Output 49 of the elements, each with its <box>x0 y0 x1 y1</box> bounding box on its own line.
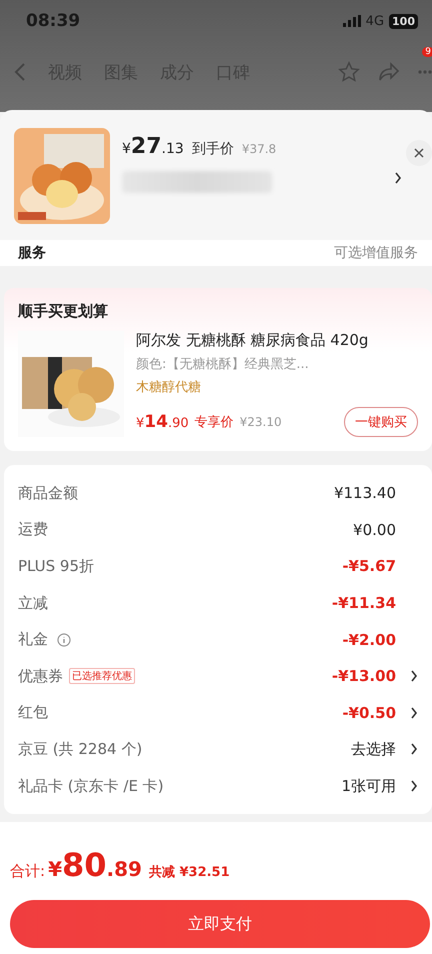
summary-label: 优惠券 <box>18 666 63 686</box>
star-icon[interactable] <box>338 61 360 83</box>
coupon-tag: 已选推荐优惠 <box>69 668 135 684</box>
price-label: 到手价 <box>192 140 234 158</box>
summary-label: 立减 <box>18 594 48 613</box>
summary-value: -¥2.00 <box>342 630 396 649</box>
service-value[interactable]: 可选增值服务 <box>334 244 418 262</box>
back-icon[interactable] <box>14 62 26 82</box>
bundle-price: ¥14.90 <box>136 412 189 432</box>
summary-label: 商品金额 <box>18 484 78 503</box>
summary-label: 礼品卡 (京东卡 /E 卡) <box>18 776 164 796</box>
total-label: 合计: <box>10 862 46 881</box>
total-amount: ¥80.89 <box>48 846 142 884</box>
summary-value[interactable]: -¥13.00 <box>332 667 396 686</box>
service-label: 服务 <box>18 244 46 262</box>
summary-value[interactable]: -¥0.50 <box>342 704 396 722</box>
buy-button[interactable]: 一键购买 <box>344 407 418 437</box>
share-icon[interactable] <box>378 62 400 82</box>
price-label: 专享价 <box>194 414 234 431</box>
chevron-icon[interactable] <box>394 172 402 184</box>
summary-value: ¥0.00 <box>353 520 396 539</box>
signal-icon <box>342 15 361 27</box>
close-button[interactable] <box>406 140 432 166</box>
card-title: 顺手买更划算 <box>18 302 109 321</box>
summary-label: 京豆 (共 2284 个) <box>18 740 142 759</box>
product-tag: 木糖醇代糖 <box>136 378 418 396</box>
summary-label: PLUS 95折 <box>18 556 94 576</box>
summary-value: -¥5.67 <box>342 557 396 576</box>
original-price: ¥23.10 <box>240 415 282 429</box>
summary-label: 运费 <box>18 520 48 540</box>
final-price: ¥27.13 <box>122 134 184 159</box>
notification-badge: 9 <box>422 47 432 57</box>
summary-value[interactable]: 1张可用 <box>341 776 396 796</box>
pay-button[interactable]: 立即支付 <box>10 900 430 948</box>
summary-label: 礼金 <box>18 630 48 650</box>
summary-value[interactable]: 去选择 <box>351 740 396 759</box>
summary-label: 红包 <box>18 703 48 722</box>
info-icon[interactable] <box>57 632 71 647</box>
summary-value: ¥113.40 <box>334 484 396 502</box>
product-spec: 颜色:【无糖桃酥】经典黑芝... <box>136 356 310 373</box>
battery-level: 100 <box>389 14 418 28</box>
status-time: 08:39 <box>26 11 80 31</box>
saved-amount: 共减 ¥32.51 <box>148 864 230 881</box>
original-price: ¥37.8 <box>242 142 276 156</box>
product-name[interactable]: 阿尔发 无糖桃酥 糖尿病食品 420g <box>136 331 418 350</box>
more-icon[interactable] <box>418 70 432 74</box>
network-label: 4G <box>366 14 384 28</box>
summary-value: -¥11.34 <box>332 594 396 612</box>
close-icon <box>414 148 424 158</box>
